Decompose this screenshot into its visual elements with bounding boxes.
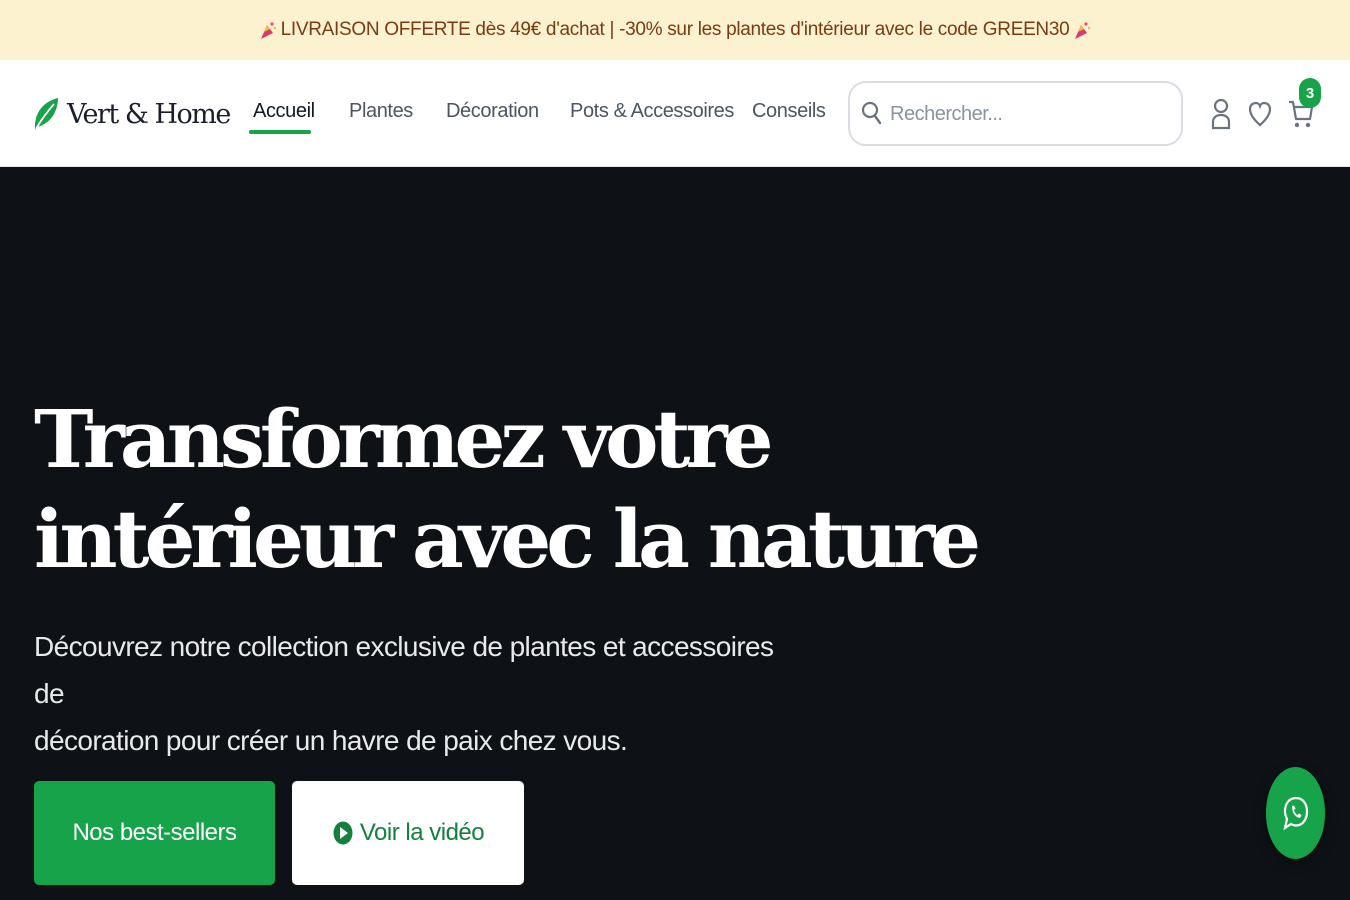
watch-video-button[interactable]: Voir la vidéo bbox=[292, 781, 524, 885]
party-popper-icon bbox=[260, 22, 276, 39]
best-sellers-button-label: Nos best-sellers bbox=[72, 819, 237, 846]
nav-item-accueil[interactable]: Accueil bbox=[253, 100, 315, 123]
whatsapp-chat-button[interactable] bbox=[1266, 767, 1325, 859]
leaf-icon bbox=[34, 98, 58, 130]
search-box bbox=[848, 81, 1183, 146]
nav-item-decoration[interactable]: Décoration bbox=[446, 100, 539, 123]
nav-item-pots-accessoires[interactable]: Pots & Accessoires bbox=[570, 100, 734, 123]
hero-section: Transformez votre intérieur avec la natu… bbox=[0, 167, 1350, 900]
party-popper-icon bbox=[1075, 22, 1091, 39]
hero-subtitle-line-2: décoration pour créer un havre de paix c… bbox=[34, 725, 628, 756]
hero-title: Transformez votre intérieur avec la natu… bbox=[34, 389, 981, 589]
active-nav-indicator bbox=[249, 130, 311, 134]
brand-logo[interactable]: Vert & Home bbox=[32, 94, 231, 134]
search-icon[interactable] bbox=[861, 100, 883, 126]
play-circle-icon bbox=[333, 821, 353, 845]
best-sellers-button[interactable]: Nos best-sellers bbox=[34, 781, 275, 885]
hero-title-line-1: Transformez votre bbox=[34, 392, 774, 486]
whatsapp-icon bbox=[1282, 796, 1308, 831]
hero-title-line-2: intérieur avec la nature bbox=[34, 492, 981, 586]
heart-icon[interactable] bbox=[1248, 100, 1272, 128]
hero-subtitle: Découvrez notre collection exclusive de … bbox=[34, 623, 794, 764]
promo-text: LIVRAISON OFFERTE dès 49€ d'achat | -30%… bbox=[280, 19, 1070, 40]
promo-banner: LIVRAISON OFFERTE dès 49€ d'achat | -30%… bbox=[0, 0, 1350, 60]
nav-item-conseils[interactable]: Conseils bbox=[752, 100, 826, 123]
main-header: Vert & Home Accueil Plantes Décoration P… bbox=[0, 60, 1350, 167]
user-icon[interactable] bbox=[1210, 97, 1232, 130]
search-input[interactable] bbox=[890, 97, 1170, 131]
cart-count-badge: 3 bbox=[1299, 78, 1321, 108]
hero-subtitle-line-1: Découvrez notre collection exclusive de … bbox=[34, 631, 774, 709]
brand-name: Vert & Home bbox=[67, 98, 231, 130]
nav-item-plantes[interactable]: Plantes bbox=[349, 100, 413, 123]
watch-video-button-label: Voir la vidéo bbox=[359, 819, 485, 846]
